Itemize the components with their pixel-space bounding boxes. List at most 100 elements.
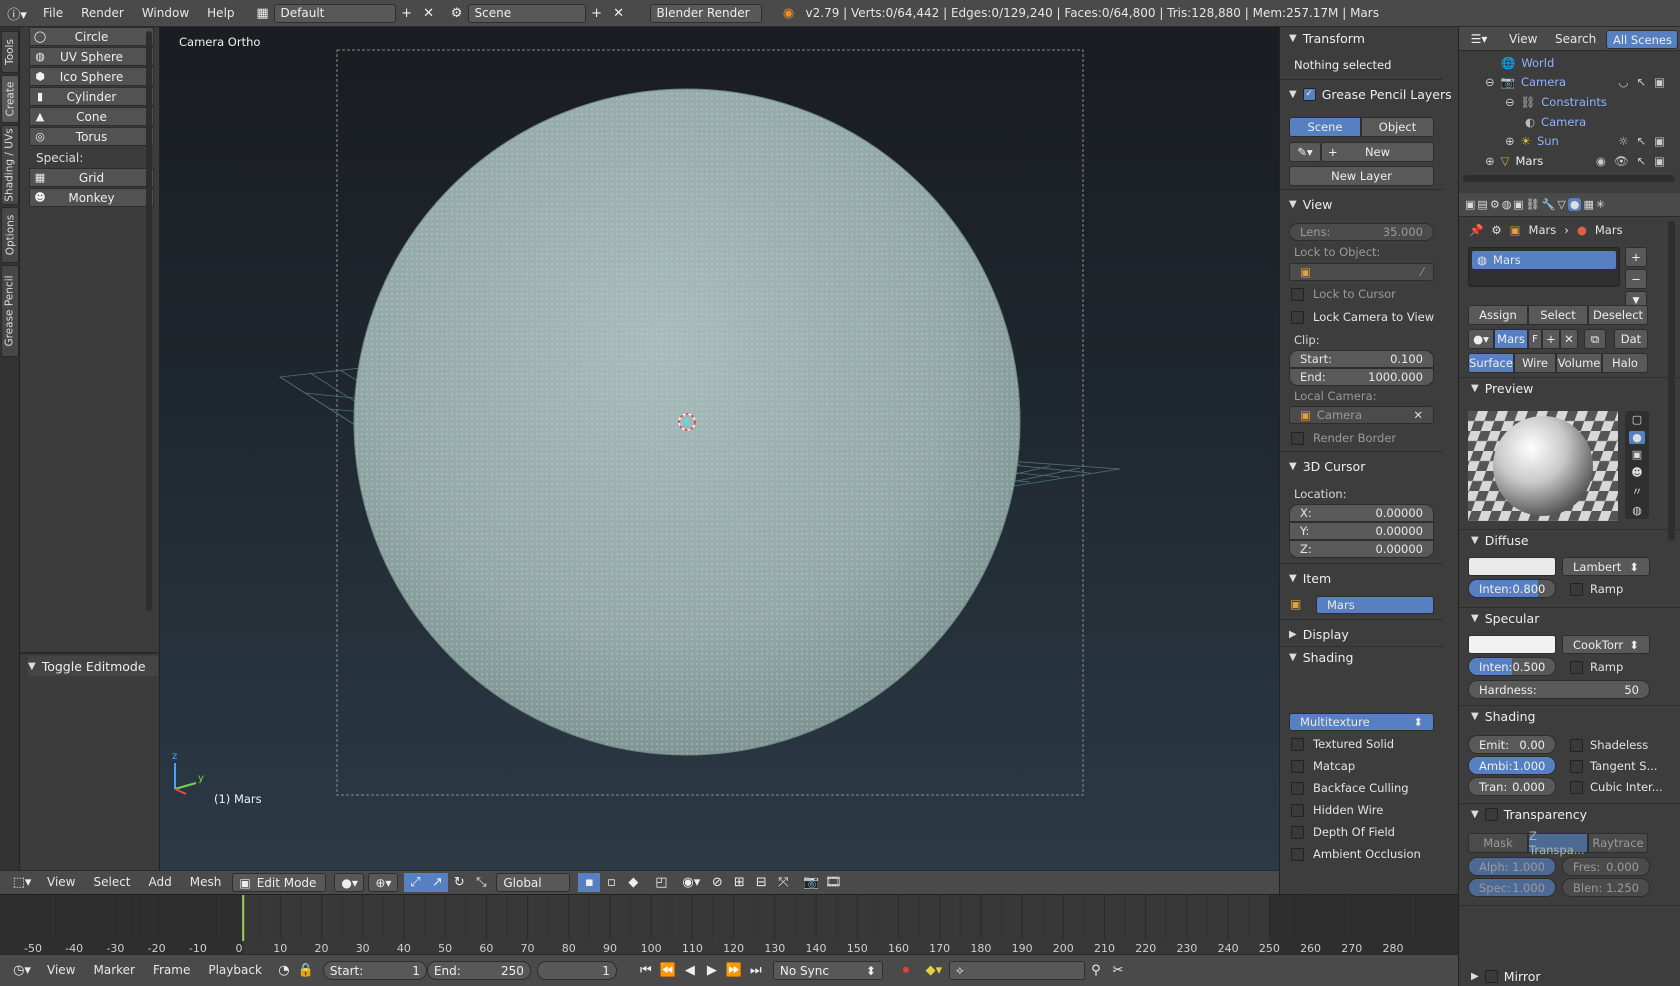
start-frame-field[interactable]: Start: 1 <box>322 961 427 980</box>
jump-start-icon[interactable]: ⏮ <box>635 961 657 980</box>
constraints-tab-icon[interactable]: ⛓ <box>1526 198 1540 211</box>
link-data-selector[interactable]: Dat <box>1614 329 1648 349</box>
preview-cube-icon[interactable]: ▣ <box>1632 448 1642 461</box>
cursor-x-field[interactable]: X: 0.00000 <box>1289 504 1434 522</box>
clip-start-field[interactable]: Start: 0.100 <box>1289 350 1434 368</box>
tab-surface[interactable]: Surface <box>1468 353 1514 373</box>
diffuse-panel-header[interactable]: ▼ Diffuse <box>1471 533 1529 548</box>
properties-scrollbar[interactable] <box>1668 221 1675 541</box>
sync-mode-selector[interactable]: No Sync ⬍ <box>772 961 883 980</box>
texture-tab-icon[interactable]: ▦ <box>1583 198 1593 211</box>
tab-tools[interactable]: Tools <box>1 31 19 73</box>
editor-type-icon[interactable]: ◷▾ <box>6 961 38 980</box>
local-camera-field[interactable]: ▣ Camera ✕ <box>1289 406 1434 424</box>
snap-toggle-icon[interactable]: ⊘ <box>706 873 728 892</box>
mirror-checkbox[interactable] <box>1484 970 1498 983</box>
transparency-checkbox[interactable] <box>1484 808 1498 821</box>
transform-panel-header[interactable]: ▼ Transform <box>1289 28 1365 48</box>
layout-icon[interactable]: ▦ <box>252 4 274 23</box>
gp-new-button[interactable]: + New <box>1321 142 1434 162</box>
insert-keyframe-icon[interactable]: ⚲ <box>1085 961 1107 980</box>
grease-pencil-checkbox[interactable]: ✓ <box>1302 87 1316 101</box>
jump-end-icon[interactable]: ⏭ <box>745 961 767 980</box>
outliner-scope-selector[interactable]: All Scenes <box>1606 30 1678 49</box>
outliner-editor-icon[interactable]: ☰▾ <box>1465 30 1493 48</box>
deselect-button[interactable]: Deselect <box>1588 305 1648 325</box>
last-operator-panel-header[interactable]: ▼ Toggle Editmode <box>28 656 158 676</box>
render-engine-selector[interactable]: Blender Render <box>649 3 762 23</box>
modifiers-tab-icon[interactable]: 🔧 <box>1542 198 1556 211</box>
material-name-field[interactable]: Mars <box>1494 329 1528 349</box>
lens-field[interactable]: Lens: 35.000 <box>1289 223 1434 241</box>
snap-target-icon[interactable]: ⊟ <box>750 873 772 892</box>
add-layout-icon[interactable]: + <box>396 4 418 23</box>
menu-playback[interactable]: Playback <box>199 957 271 984</box>
cursor-z-field[interactable]: Z: 0.00000 <box>1289 540 1434 558</box>
cursor-y-field[interactable]: Y: 0.00000 <box>1289 522 1434 540</box>
render-animation-icon[interactable]: 🎞 <box>822 873 844 892</box>
tab-grease-pencil[interactable]: Grease Pencil <box>1 265 19 357</box>
preview-world-icon[interactable]: ◍ <box>1632 504 1642 517</box>
keying-set-icon[interactable]: ◆▾ <box>923 961 945 980</box>
depth-of-field-checkbox[interactable]: Depth Of Field <box>1291 825 1395 839</box>
visibility-icons[interactable]: ◉👁↖▣ <box>1596 154 1673 168</box>
add-cone-button[interactable]: ▲ Cone <box>29 107 154 126</box>
pin-icon[interactable]: 📌 <box>1469 223 1483 237</box>
display-panel-header[interactable]: ▶ Display <box>1289 624 1349 644</box>
select-button[interactable]: Select <box>1528 305 1588 325</box>
tab-halo[interactable]: Halo <box>1602 353 1648 373</box>
scale-icon[interactable]: ⤡ <box>470 873 492 892</box>
grease-pencil-panel-header[interactable]: ▼ ✓ Grease Pencil Layers <box>1289 84 1452 104</box>
shadeless-checkbox[interactable]: Shadeless <box>1570 738 1648 752</box>
prev-keyframe-icon[interactable]: ⏪ <box>657 961 679 980</box>
remove-slot-button[interactable]: − <box>1625 269 1647 289</box>
translucency-field[interactable]: Tran: 0.000 <box>1468 777 1556 796</box>
layout-selector[interactable]: Default <box>273 3 396 23</box>
menu-view[interactable]: View <box>38 957 84 984</box>
preview-range-icon[interactable]: ◔ <box>273 961 295 980</box>
outliner-row-camera[interactable]: ⊖ 📷 Camera ◡↖▣ <box>1459 72 1680 91</box>
shading-mode-selector[interactable]: Multitexture ⬍ <box>1289 713 1434 731</box>
item-panel-header[interactable]: ▼ Item <box>1289 568 1331 588</box>
trans-ztransparency-tab[interactable]: Z Transpa... <box>1528 829 1588 857</box>
particles-tab-icon[interactable]: ✳ <box>1596 198 1605 211</box>
scene-icon[interactable]: ⚙ <box>446 4 468 23</box>
lock-object-field[interactable]: ▣ ⁄ <box>1289 263 1434 281</box>
current-frame-field[interactable]: 1 <box>536 961 617 980</box>
tab-options[interactable]: Options <box>1 207 19 263</box>
lock-to-cursor-checkbox[interactable]: Lock to Cursor <box>1291 287 1396 301</box>
textured-solid-checkbox[interactable]: Textured Solid <box>1291 737 1394 751</box>
add-uv-sphere-button[interactable]: ◍ UV Sphere <box>29 47 154 66</box>
preview-sphere-icon[interactable]: ● <box>1629 430 1645 444</box>
orientation-selector[interactable]: Global <box>496 873 571 892</box>
add-cylinder-button[interactable]: ▮ Cylinder <box>29 87 154 106</box>
ambient-field[interactable]: Ambi: 1.000 <box>1468 756 1556 775</box>
edge-select-icon[interactable]: ▫ <box>600 873 622 892</box>
tab-wire[interactable]: Wire <box>1514 353 1556 373</box>
render-tab-icon[interactable]: ▣ <box>1465 198 1475 211</box>
outliner-row-world[interactable]: 🌐 World <box>1459 53 1680 72</box>
vertex-select-icon[interactable]: ▪ <box>578 873 601 892</box>
gp-scene-tab[interactable]: Scene <box>1289 117 1361 137</box>
3d-cursor-panel-header[interactable]: ▼ 3D Cursor <box>1289 456 1365 476</box>
matcap-checkbox[interactable]: Matcap <box>1291 759 1355 773</box>
gp-object-tab[interactable]: Object <box>1361 117 1434 137</box>
preview-monkey-icon[interactable]: ☻ <box>1631 466 1642 479</box>
add-torus-button[interactable]: ◎ Torus <box>29 127 154 146</box>
fresnel-field[interactable]: Fres: 0.000 <box>1562 857 1650 876</box>
specular-panel-header[interactable]: ▼ Specular <box>1471 611 1539 626</box>
scene-selector[interactable]: Scene <box>467 3 586 23</box>
add-grid-button[interactable]: ▦ Grid <box>29 168 154 187</box>
expand-icon[interactable]: ⊕ <box>1505 134 1515 148</box>
material-slot-row[interactable]: ◍ Mars <box>1472 251 1616 269</box>
tab-create[interactable]: Create <box>1 75 19 123</box>
specular-intensity-slider[interactable]: Inten: 0.500 <box>1468 657 1556 676</box>
info-editor-icon[interactable]: ⓘ▾ <box>0 4 34 23</box>
next-keyframe-icon[interactable]: ⏩ <box>723 961 745 980</box>
clip-end-field[interactable]: End: 1000.000 <box>1289 368 1434 386</box>
outliner-row-constraints[interactable]: ⊖ ⛓ Constraints <box>1459 92 1680 111</box>
diffuse-ramp-checkbox[interactable]: Ramp <box>1570 582 1623 596</box>
gp-pencil-icon[interactable]: ✎▾ <box>1289 142 1321 162</box>
preview-plane-icon[interactable]: ▢ <box>1632 413 1642 426</box>
add-ico-sphere-button[interactable]: ⬢ Ico Sphere <box>29 67 154 86</box>
